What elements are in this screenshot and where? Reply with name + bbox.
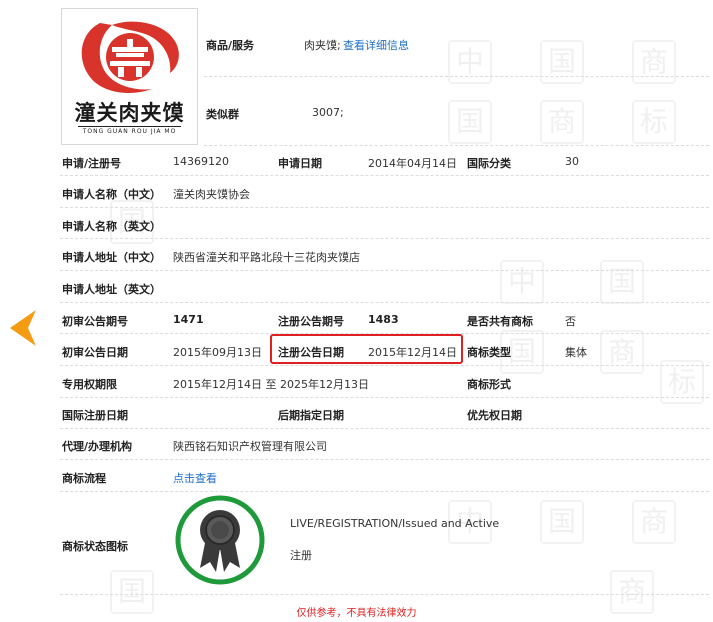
- disclaimer: 仅供参考，不具有法律效力: [296, 608, 417, 619]
- watermark-icon: 国: [540, 500, 584, 544]
- type-value: 集体: [565, 346, 587, 359]
- flow-label: 商标流程: [62, 472, 106, 485]
- watermark-icon: 商: [540, 100, 584, 144]
- reg-no-label: 申请/注册号: [62, 157, 122, 170]
- trademark-emblem-icon: [81, 21, 179, 93]
- chevron-left-icon[interactable]: [10, 310, 38, 346]
- status-icon-label: 商标状态图标: [62, 540, 128, 553]
- group-label: 类似群: [206, 108, 239, 121]
- reg-date-value: 2015年12月14日: [368, 346, 457, 359]
- prelim-date-label: 初审公告日期: [62, 346, 128, 359]
- intl-class-value: 30: [565, 155, 579, 168]
- watermark-icon: 中: [500, 260, 544, 304]
- app-date-value: 2014年04月14日: [368, 157, 457, 170]
- watermark-icon: 国: [448, 100, 492, 144]
- intl-reg-date-label: 国际注册日期: [62, 409, 128, 422]
- goods-value: 肉夹馍;: [304, 39, 341, 52]
- applicant-cn-label: 申请人名称（中文）: [62, 188, 161, 201]
- watermark-icon: 国: [540, 40, 584, 84]
- exclusive-label: 专用权期限: [62, 378, 117, 391]
- reg-date-label: 注册公告日期: [278, 346, 344, 359]
- ribbon-award-icon: [175, 495, 265, 585]
- goods-label: 商品/服务: [206, 39, 255, 52]
- form-label: 商标形式: [467, 378, 511, 391]
- reg-no-value: 14369120: [173, 155, 229, 168]
- type-label: 商标类型: [467, 346, 511, 359]
- status-cn: 注册: [290, 549, 312, 562]
- priority-label: 优先权日期: [467, 409, 522, 422]
- watermark-icon: 商: [632, 500, 676, 544]
- logo-subtitle: TONG GUAN ROU JIA MO: [78, 126, 181, 135]
- watermark-icon: 商: [632, 40, 676, 84]
- intl-class-label: 国际分类: [467, 157, 511, 170]
- watermark-icon: 商: [600, 330, 644, 374]
- address-cn-label: 申请人地址（中文）: [62, 251, 161, 264]
- watermark-icon: 中: [448, 40, 492, 84]
- logo-name: 潼关肉夹馍: [74, 101, 185, 125]
- watermark-icon: 国: [600, 260, 644, 304]
- flow-view-link[interactable]: 点击查看: [173, 470, 217, 486]
- applicant-en-label: 申请人名称（英文）: [62, 220, 161, 233]
- reg-notice-no-value: 1483: [368, 313, 399, 326]
- later-date-label: 后期指定日期: [278, 409, 344, 422]
- status-en: LIVE/REGISTRATION/Issued and Active: [290, 517, 500, 530]
- prelim-no-value: 1471: [173, 313, 204, 326]
- group-value: 3007;: [312, 106, 344, 119]
- address-cn-value: 陕西省潼关和平路北段十三花肉夹馍店: [173, 251, 360, 264]
- agent-value: 陕西铭石知识产权管理有限公司: [173, 440, 327, 453]
- trademark-logo: 潼关肉夹馍 TONG GUAN ROU JIA MO: [61, 8, 198, 145]
- shared-label: 是否共有商标: [467, 315, 533, 328]
- agent-label: 代理/办理机构: [62, 440, 133, 453]
- prelim-date-value: 2015年09月13日: [173, 346, 262, 359]
- watermark-icon: 标: [632, 100, 676, 144]
- shared-value: 否: [565, 315, 576, 328]
- prelim-no-label: 初审公告期号: [62, 315, 128, 328]
- reg-notice-no-label: 注册公告期号: [278, 315, 344, 328]
- goods-detail-link[interactable]: 查看详细信息: [343, 37, 409, 53]
- exclusive-value: 2015年12月14日 至 2025年12月13日: [173, 378, 369, 391]
- address-en-label: 申请人地址（英文）: [62, 283, 161, 296]
- app-date-label: 申请日期: [278, 157, 322, 170]
- applicant-cn-value: 潼关肉夹馍协会: [173, 188, 250, 201]
